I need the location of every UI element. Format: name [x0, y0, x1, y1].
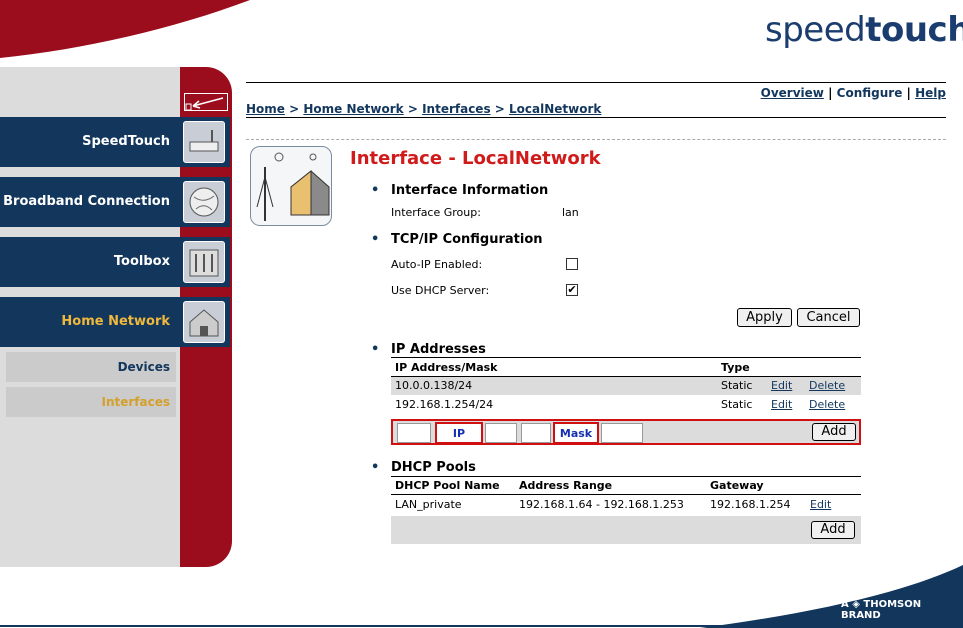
footer-swoosh	[0, 565, 963, 628]
ip-octet-1-input[interactable]	[397, 423, 431, 443]
breadcrumb-separator: >	[494, 102, 505, 116]
type-cell: Static	[721, 398, 753, 411]
nav-item-label: Broadband Connection	[3, 194, 170, 209]
dhcp-pools-footer: Add	[391, 516, 861, 544]
header-swoosh	[0, 0, 250, 58]
nav-item-label: Toolbox	[113, 254, 170, 269]
overview-link[interactable]: Overview	[761, 86, 824, 100]
add-ip-row: IP Mask Add	[391, 419, 861, 445]
nav-item-label: SpeedTouch	[82, 134, 170, 149]
address-range-cell: 192.168.1.64 - 192.168.1.253	[519, 498, 684, 512]
breadcrumb-separator: >	[289, 102, 300, 116]
nav-item-home-network[interactable]: Home Network	[0, 297, 230, 347]
breadcrumb-home-network[interactable]: Home Network	[303, 102, 403, 116]
type-cell: Static	[717, 376, 767, 395]
breadcrumb-interfaces[interactable]: Interfaces	[422, 102, 491, 116]
section-tcpip-configuration: TCP/IP Configuration	[371, 232, 543, 247]
network-illustration-icon	[250, 146, 332, 226]
table-top-rule	[391, 357, 861, 358]
toolbox-icon	[183, 241, 225, 283]
speedtouch-logo: speedtouchTM	[765, 10, 963, 50]
breadcrumb: Home > Home Network > Interfaces > Local…	[246, 102, 601, 116]
header-bar: Overview | Configure | Help Home > Home …	[246, 82, 946, 118]
add-pool-button[interactable]: Add	[811, 521, 855, 539]
sidebar-item-devices[interactable]: Devices	[6, 352, 176, 382]
ip-octet-3-input[interactable]	[521, 423, 551, 443]
dhcp-server-checkbox[interactable]: ✔	[566, 284, 578, 296]
edit-link[interactable]: Edit	[771, 398, 792, 411]
column-header: IP Address/Mask	[391, 359, 717, 377]
interface-group-label: Interface Group:	[391, 206, 481, 219]
sidebar-item-label: Interfaces	[101, 395, 170, 409]
edit-link[interactable]: Edit	[771, 379, 792, 392]
separator: |	[906, 86, 911, 100]
mask-tag: Mask	[553, 422, 599, 444]
section-interface-information: Interface Information	[371, 183, 548, 198]
column-header: Gateway	[706, 477, 806, 495]
dhcp-server-label: Use DHCP Server:	[391, 284, 490, 297]
ip-addresses-table: IP Address/Mask Type 10.0.0.138/24 Stati…	[391, 359, 861, 414]
configure-label: Configure	[836, 86, 903, 100]
add-ip-button[interactable]: Add	[812, 423, 856, 441]
apply-button[interactable]: Apply	[737, 308, 792, 327]
nav-item-speedtouch[interactable]: SpeedTouch	[0, 117, 230, 167]
page-title: Interface - LocalNetwork	[350, 148, 601, 169]
globe-icon	[183, 181, 225, 223]
ip-tag: IP	[435, 422, 483, 444]
ip-address-cell: 192.168.1.254/24	[395, 398, 494, 411]
help-link[interactable]: Help	[915, 86, 946, 100]
thomson-brand-label: A ◈ THOMSON BRAND	[841, 599, 922, 621]
sidebar-item-label: Devices	[117, 360, 170, 374]
auto-ip-label: Auto-IP Enabled:	[391, 258, 483, 271]
mask-input[interactable]	[601, 423, 643, 443]
table-row: 10.0.0.138/24 Static Edit Delete	[391, 376, 861, 395]
pool-name-cell: LAN_private	[395, 498, 462, 512]
breadcrumb-separator: >	[407, 102, 418, 116]
ip-address-cell: 10.0.0.138/24	[391, 376, 717, 395]
column-header: Type	[717, 359, 767, 377]
router-icon	[183, 121, 225, 163]
breadcrumb-localnetwork[interactable]: LocalNetwork	[509, 102, 601, 116]
table-row: LAN_private 192.168.1.64 - 192.168.1.253…	[391, 494, 861, 515]
auto-ip-checkbox[interactable]	[566, 258, 578, 270]
separator: |	[828, 86, 833, 100]
nav-item-label: Home Network	[61, 314, 170, 329]
delete-link[interactable]: Delete	[809, 379, 845, 392]
nav-item-broadband-connection[interactable]: Broadband Connection	[0, 177, 230, 227]
ip-octet-2-input[interactable]	[485, 423, 517, 443]
house-icon	[183, 301, 225, 343]
column-header: DHCP Pool Name	[391, 477, 515, 495]
breadcrumb-home[interactable]: Home	[246, 102, 285, 116]
back-arrow-icon[interactable]	[184, 93, 228, 111]
edit-link[interactable]: Edit	[810, 498, 831, 511]
top-links: Overview | Configure | Help	[761, 86, 946, 100]
dhcp-pools-table: DHCP Pool Name Address Range Gateway LAN…	[391, 477, 861, 515]
table-row: 192.168.1.254/24 Static Edit Delete	[391, 395, 861, 414]
nav-item-toolbox[interactable]: Toolbox	[0, 237, 230, 287]
section-dhcp-pools: DHCP Pools	[371, 460, 476, 475]
sidebar-item-interfaces[interactable]: Interfaces	[6, 387, 176, 417]
divider	[246, 139, 946, 140]
column-header: Address Range	[515, 477, 706, 495]
section-ip-addresses: IP Addresses	[371, 342, 486, 357]
interface-group-value: lan	[562, 206, 579, 219]
delete-link[interactable]: Delete	[809, 398, 845, 411]
cancel-button[interactable]: Cancel	[797, 308, 860, 327]
gateway-cell: 192.168.1.254	[710, 498, 791, 512]
